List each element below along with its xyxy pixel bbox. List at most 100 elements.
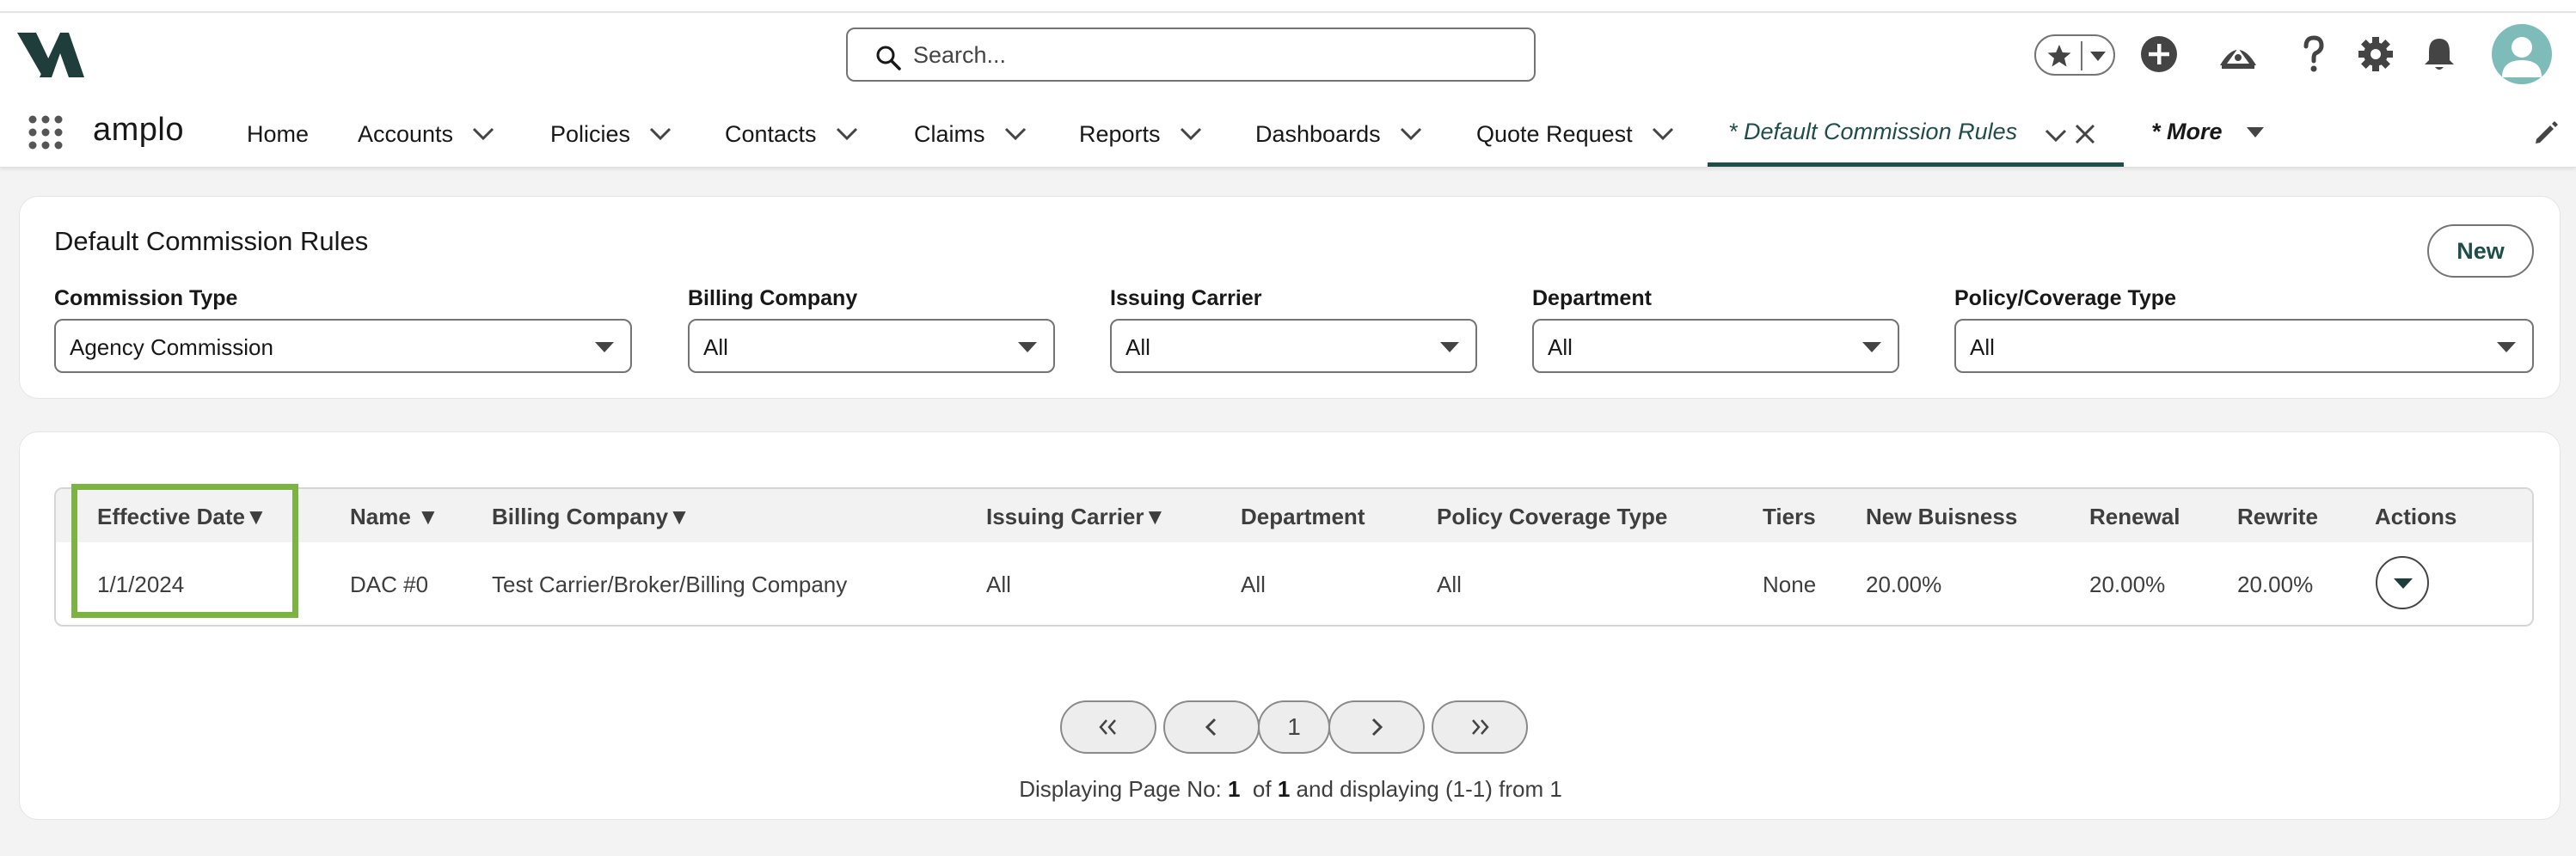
billing-company-select[interactable]: All xyxy=(688,319,1055,373)
column-header-department: Department xyxy=(1241,504,1365,529)
chevron-down-icon[interactable] xyxy=(472,127,494,141)
favorites-divider xyxy=(2081,41,2082,70)
global-header: amplo Home Accounts Policies Contacts Cl… xyxy=(0,0,2576,168)
edit-nav-pencil-icon[interactable] xyxy=(2533,120,2559,146)
double-chevron-right-icon xyxy=(1472,719,1489,735)
select-value: Agency Commission xyxy=(70,334,273,360)
caret-down-icon xyxy=(2497,342,2516,352)
nav-more-button[interactable]: * More xyxy=(2151,119,2223,145)
gear-icon[interactable] xyxy=(2356,34,2395,74)
billing-company-label: Billing Company xyxy=(688,286,858,310)
row-actions-button[interactable] xyxy=(2376,556,2429,609)
chevron-down-icon[interactable] xyxy=(1180,127,1202,141)
issuing-carrier-label: Issuing Carrier xyxy=(1110,286,1262,310)
app-launcher-icon[interactable] xyxy=(28,114,64,150)
cell-renewal: 20.00% xyxy=(2089,572,2166,597)
chevron-down-icon[interactable] xyxy=(2045,129,2067,143)
nav-item-label: Contacts xyxy=(725,120,817,147)
caret-down-icon xyxy=(1862,342,1881,352)
next-page-button[interactable] xyxy=(1328,700,1425,754)
column-header-tiers: Tiers xyxy=(1763,504,1816,529)
last-page-button[interactable] xyxy=(1432,700,1528,754)
search-icon xyxy=(876,46,901,70)
policy-coverage-type-label: Policy/Coverage Type xyxy=(1954,286,2176,310)
commission-type-select[interactable]: Agency Commission xyxy=(54,319,632,373)
column-header-effective-date[interactable]: Effective Date▼ xyxy=(97,504,267,530)
favorites-button-group[interactable] xyxy=(2034,34,2115,76)
nav-item-reports[interactable]: Reports xyxy=(1079,117,1202,151)
nav-item-label: Quote Request xyxy=(1476,120,1633,147)
chevron-down-icon[interactable] xyxy=(836,127,858,141)
help-icon[interactable] xyxy=(2294,34,2334,74)
nav-item-label: Accounts xyxy=(358,120,454,147)
cell-department: All xyxy=(1241,572,1266,597)
top-divider xyxy=(0,11,2576,13)
nav-item-contacts[interactable]: Contacts xyxy=(725,117,858,151)
add-circle-icon[interactable] xyxy=(2139,34,2179,74)
nav-item-dashboards[interactable]: Dashboards xyxy=(1255,117,1422,151)
column-header-billing-company[interactable]: Billing Company▼ xyxy=(492,504,690,530)
chevron-left-icon xyxy=(1205,718,1217,737)
policy-coverage-type-select[interactable]: All xyxy=(1954,319,2534,373)
chevron-down-icon[interactable] xyxy=(1652,127,1674,141)
filters-card: Default Commission Rules New Commission … xyxy=(19,196,2561,399)
active-tab-label: * Default Commission Rules xyxy=(1728,119,2018,144)
cell-tiers: None xyxy=(1763,572,1817,597)
select-value: All xyxy=(1125,334,1150,360)
tab-default-commission-rules[interactable]: * Default Commission Rules xyxy=(1708,103,2124,167)
table-header: Effective Date▼ Name ▼ Billing Company▼ … xyxy=(56,489,2532,542)
cell-policy-coverage-type: All xyxy=(1437,572,1462,597)
department-select[interactable]: All xyxy=(1532,319,1899,373)
nav-item-label: Claims xyxy=(914,120,985,147)
cell-rewrite: 20.00% xyxy=(2237,572,2314,597)
pagination-total-pages: 1 xyxy=(1277,776,1291,802)
user-icon xyxy=(2502,37,2542,77)
user-avatar[interactable] xyxy=(2492,24,2552,84)
pagination-info-suffix: and displaying (1-1) from 1 xyxy=(1296,776,1562,802)
chevron-down-icon[interactable] xyxy=(1400,127,1422,141)
cell-new-business: 20.00% xyxy=(1866,572,1942,597)
select-value: All xyxy=(1548,334,1573,360)
cell-issuing-carrier: All xyxy=(986,572,1011,597)
chevron-down-icon[interactable] xyxy=(649,127,672,141)
commission-rules-table: Effective Date▼ Name ▼ Billing Company▼ … xyxy=(54,487,2534,627)
nav-item-home[interactable]: Home xyxy=(247,117,309,151)
commission-rules-table-card: Effective Date▼ Name ▼ Billing Company▼ … xyxy=(19,431,2561,820)
double-chevron-left-icon xyxy=(1099,719,1116,735)
nav-item-claims[interactable]: Claims xyxy=(914,117,1027,151)
new-rule-button[interactable]: New xyxy=(2427,224,2534,278)
page-title: Default Commission Rules xyxy=(54,226,369,256)
close-tab-icon[interactable] xyxy=(2073,122,2097,146)
search-input[interactable] xyxy=(913,38,1515,72)
nav-item-policies[interactable]: Policies xyxy=(550,117,672,151)
chevron-down-icon[interactable] xyxy=(1004,127,1027,141)
issuing-carrier-select[interactable]: All xyxy=(1110,319,1477,373)
column-header-actions: Actions xyxy=(2375,504,2457,529)
notifications-bell-icon[interactable] xyxy=(2420,34,2459,74)
commission-type-label: Commission Type xyxy=(54,286,238,310)
caret-down-icon[interactable] xyxy=(2089,50,2107,62)
cell-name: DAC #0 xyxy=(350,572,429,597)
select-value: All xyxy=(703,334,728,360)
column-header-issuing-carrier[interactable]: Issuing Carrier▼ xyxy=(986,504,1166,530)
column-header-rewrite: Rewrite xyxy=(2237,504,2318,529)
nav-item-label: Home xyxy=(247,120,310,147)
first-page-button[interactable] xyxy=(1060,700,1156,754)
department-label: Department xyxy=(1532,286,1652,310)
pagination-info: Displaying Page No: 1 of 1 and displayin… xyxy=(20,776,2561,803)
previous-page-button[interactable] xyxy=(1163,700,1260,754)
column-header-name[interactable]: Name ▼ xyxy=(350,504,439,530)
caret-down-icon[interactable] xyxy=(2246,125,2265,139)
pagination-of-label: of xyxy=(1252,776,1272,802)
global-search-box[interactable] xyxy=(846,28,1536,82)
select-value: All xyxy=(1970,334,1995,360)
trailhead-icon[interactable] xyxy=(2218,34,2258,74)
column-header-renewal: Renewal xyxy=(2089,504,2180,529)
nav-item-quote-request[interactable]: Quote Request xyxy=(1476,117,1674,151)
caret-down-icon xyxy=(2394,578,2413,589)
star-icon[interactable] xyxy=(2046,43,2072,69)
cell-billing-company: Test Carrier/Broker/Billing Company xyxy=(492,572,848,597)
amplo-logo-icon[interactable] xyxy=(17,31,86,79)
nav-item-accounts[interactable]: Accounts xyxy=(358,117,494,151)
current-page-button[interactable]: 1 xyxy=(1258,700,1330,754)
